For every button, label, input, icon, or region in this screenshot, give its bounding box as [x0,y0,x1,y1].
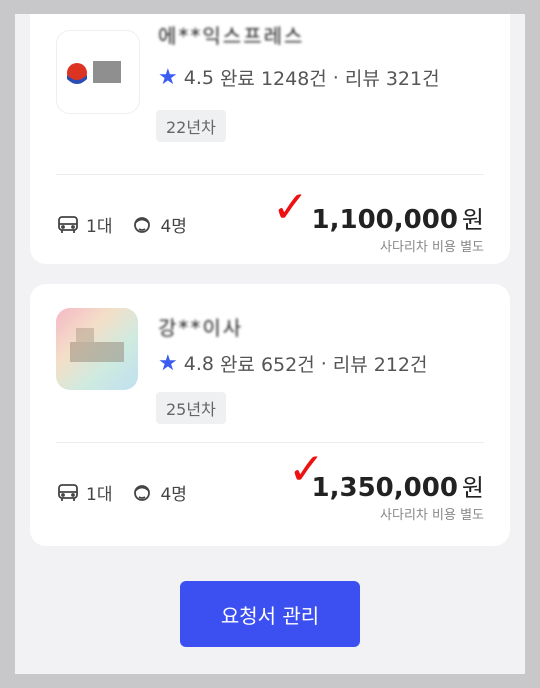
truck-icon [58,215,78,233]
mover-card[interactable]: 에**익스프레스 ★ 4.5 완료 1248건 · 리뷰 321건 22년차 1… [30,14,510,264]
company-name: 에**익스프레스 [158,24,305,48]
worker-count: 4명 [160,217,187,237]
price-value: 1,350,000 [311,473,458,503]
company-logo [56,30,140,114]
currency: 원 [461,206,484,234]
company-name: 강**이사 [158,316,244,340]
currency: 원 [461,474,484,502]
price-note: 사다리차 비용 별도 [380,240,484,255]
rating-value: 4.8 [183,352,214,375]
price-note: 사다리차 비용 별도 [380,508,484,523]
rating-row: ★ 4.8 완료 652건 · 리뷰 212건 [158,350,428,377]
rating-row: ★ 4.5 완료 1248건 · 리뷰 321건 [158,64,440,91]
price-value: 1,100,000 [311,205,458,235]
price: 1,100,000 원 [312,200,484,235]
rating-value: 4.5 [183,66,214,89]
worker-icon [134,216,151,233]
manage-requests-button[interactable]: 요청서 관리 [180,581,360,647]
star-icon: ★ [158,65,178,90]
resource-row: 1대 4명 [56,212,205,237]
mover-card[interactable]: 강**이사 ★ 4.8 완료 652건 · 리뷰 212건 25년차 1대 4명… [30,284,510,546]
star-icon: ★ [158,351,178,376]
truck-count: 1대 [86,217,113,237]
screen: 에**익스프레스 ★ 4.5 완료 1248건 · 리뷰 321건 22년차 1… [15,14,525,674]
years-badge: 22년차 [156,110,226,142]
completed-count: 완료 1248건 [219,68,327,90]
review-count: 리뷰 212건 [332,354,428,376]
separator-dot: · [320,352,327,375]
resource-row: 1대 4명 [56,480,205,505]
review-count: 리뷰 321건 [344,68,440,90]
separator-dot: · [332,66,339,89]
divider [56,174,484,175]
check-mark-icon: ✓ [272,182,309,233]
company-logo [56,308,138,390]
price: 1,350,000 원 [312,468,484,503]
years-badge: 25년차 [156,392,226,424]
worker-icon [134,484,151,501]
worker-count: 4명 [160,485,187,505]
truck-count: 1대 [86,485,113,505]
truck-icon [58,483,78,501]
divider [56,442,484,443]
completed-count: 완료 652건 [219,354,315,376]
